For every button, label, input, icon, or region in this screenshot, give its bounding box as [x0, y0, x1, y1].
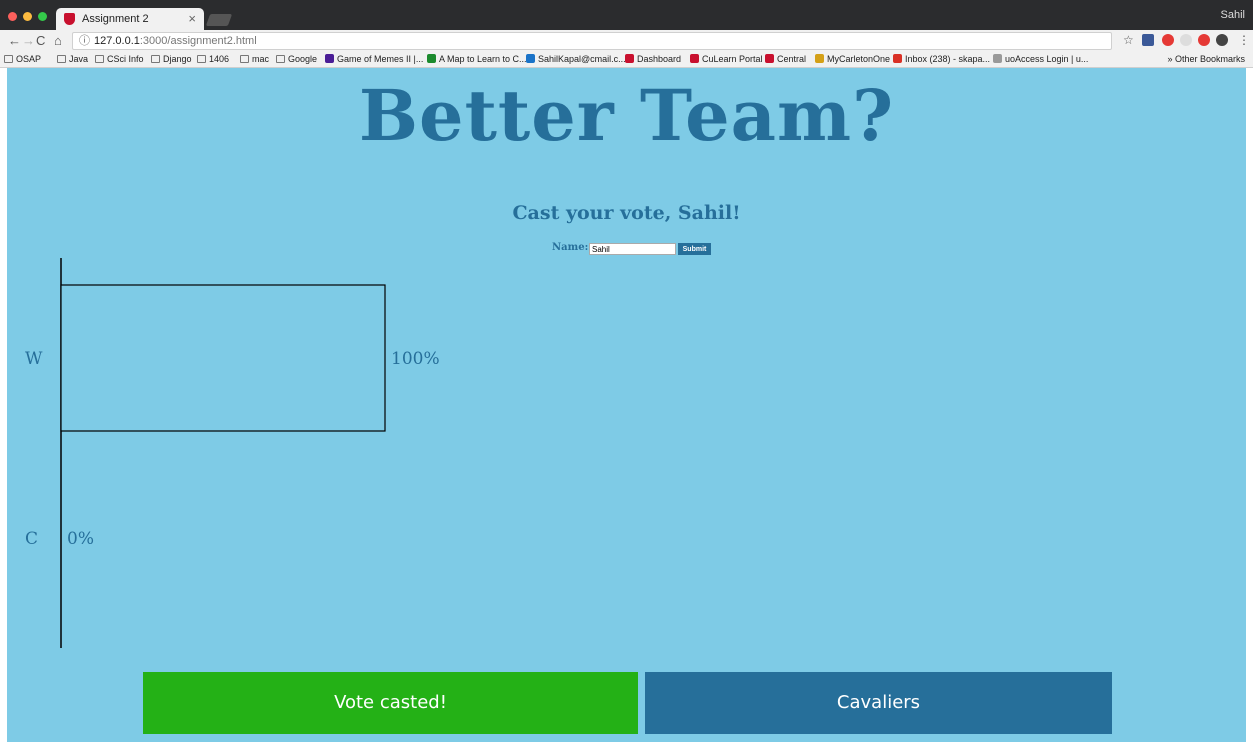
bookmark-item[interactable]: Django: [151, 54, 192, 64]
info-icon[interactable]: ⓘ: [79, 35, 90, 47]
chart-value-label: 0%: [67, 529, 94, 549]
yahoo-icon: [325, 54, 334, 63]
chart-bar-w: [60, 284, 386, 432]
forward-icon[interactable]: →: [22, 33, 35, 48]
browser-tab[interactable]: Assignment 2 ×: [56, 8, 204, 30]
extension-sync-icon[interactable]: [1216, 34, 1228, 46]
bookmark-item[interactable]: OSAP: [4, 54, 41, 64]
tab-close-icon[interactable]: ×: [188, 11, 196, 26]
url-host: 127.0.0.1: [94, 35, 140, 47]
cavaliers-button[interactable]: Cavaliers: [645, 672, 1112, 734]
bookmark-item[interactable]: Central: [765, 54, 806, 64]
extension-calendar-icon[interactable]: [1142, 34, 1154, 46]
bookmark-item[interactable]: uoAccess Login | u...: [993, 54, 1088, 64]
page-content: Better Team? Cast your vote, Sahil! Name…: [7, 68, 1246, 742]
back-icon[interactable]: ←: [8, 33, 21, 48]
bookmark-item[interactable]: A Map to Learn to C...: [427, 54, 527, 64]
browser-toolbar: ← → C ⌂ ⓘ 127.0.0.1:3000/assignment2.html…: [0, 30, 1253, 52]
bookmark-item[interactable]: Game of Memes II |...: [325, 54, 423, 64]
shield-icon: [64, 13, 75, 25]
chart-category-label: C: [25, 529, 38, 549]
bookmark-star-icon[interactable]: ☆: [1123, 33, 1134, 47]
address-bar[interactable]: ⓘ 127.0.0.1:3000/assignment2.html: [72, 32, 1112, 50]
profile-name[interactable]: Sahil: [1221, 9, 1245, 21]
folder-icon: [57, 55, 66, 63]
vote-chart: W 100% C 0%: [25, 258, 440, 648]
minimize-window-icon[interactable]: [23, 12, 32, 21]
bookmark-item[interactable]: mac: [240, 54, 269, 64]
lock-icon: [993, 54, 1002, 63]
vote-prompt: Cast your vote, Sahil!: [512, 202, 741, 224]
bookmark-item[interactable]: MyCarletonOne: [815, 54, 890, 64]
folder-icon: [240, 55, 249, 63]
carleton-icon: [815, 54, 824, 63]
name-label: Name:: [552, 242, 589, 253]
name-input[interactable]: [589, 243, 676, 255]
bookmark-item[interactable]: Google: [276, 54, 317, 64]
more-menu-icon[interactable]: ⋮: [1238, 33, 1250, 47]
close-window-icon[interactable]: [8, 12, 17, 21]
page-title: Better Team?: [358, 74, 895, 157]
browser-titlebar: Assignment 2 × Sahil: [0, 0, 1253, 30]
bookmark-item[interactable]: CSci Info: [95, 54, 144, 64]
extension-circle-icon[interactable]: [1180, 34, 1192, 46]
other-bookmarks[interactable]: » Other Bookmarks: [1167, 54, 1245, 64]
shield-icon: [765, 54, 774, 63]
shield-icon: [625, 54, 634, 63]
maximize-window-icon[interactable]: [38, 12, 47, 21]
shield-icon: [690, 54, 699, 63]
folder-icon: [276, 55, 285, 63]
folder-icon: [4, 55, 13, 63]
bookmark-item[interactable]: CuLearn Portal: [690, 54, 763, 64]
folder-icon: [95, 55, 104, 63]
extension-opera-icon[interactable]: [1162, 34, 1174, 46]
outlook-icon: [526, 54, 535, 63]
vote-casted-button[interactable]: Vote casted!: [143, 672, 638, 734]
chart-value-label: 100%: [391, 349, 440, 369]
tab-title: Assignment 2: [82, 13, 149, 25]
gmail-icon: [893, 54, 902, 63]
bookmark-item[interactable]: Dashboard: [625, 54, 681, 64]
home-icon[interactable]: ⌂: [54, 33, 62, 48]
submit-button[interactable]: Submit: [678, 243, 711, 255]
bookmark-item[interactable]: SahilKapal@cmail.c...: [526, 54, 626, 64]
folder-icon: [197, 55, 206, 63]
new-tab-button[interactable]: [205, 14, 233, 26]
chart-category-label: W: [25, 349, 43, 369]
bookmarks-bar: OSAP Java CSci Info Django 1406 mac Goog…: [0, 52, 1253, 68]
bookmark-item[interactable]: Inbox (238) - skapa...: [893, 54, 990, 64]
folder-icon: [151, 55, 160, 63]
extension-record-icon[interactable]: [1198, 34, 1210, 46]
reload-icon[interactable]: C: [36, 33, 45, 48]
url-path: :3000/assignment2.html: [139, 35, 257, 47]
map-icon: [427, 54, 436, 63]
bookmark-item[interactable]: 1406: [197, 54, 229, 64]
bookmark-item[interactable]: Java: [57, 54, 88, 64]
